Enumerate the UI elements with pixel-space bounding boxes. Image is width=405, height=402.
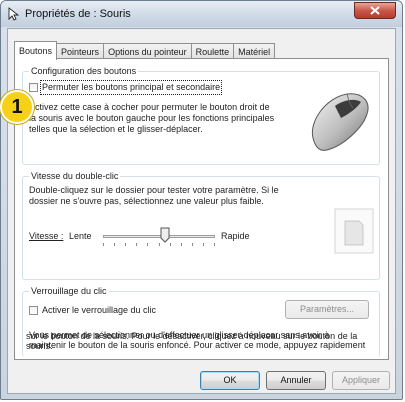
click-lock-label[interactable]: Activer le verrouillage du clic — [42, 305, 156, 316]
tab-panel-boutons: Configuration des boutons Permuter les b… — [14, 58, 389, 360]
click-lock-settings-button[interactable]: Paramètres... — [285, 300, 369, 319]
double-click-desc-1: Double-cliquez sur le dossier pour teste… — [29, 185, 279, 195]
slider-tick — [181, 243, 182, 246]
tab-boutons[interactable]: Boutons — [14, 41, 58, 60]
click-lock-desc-3: sur le bouton de la souris. Pour le désa… — [26, 331, 358, 341]
slider-tick — [159, 243, 160, 246]
speed-label: Vitesse : — [29, 231, 64, 241]
ok-button[interactable]: OK — [200, 371, 260, 390]
double-click-title: Vitesse du double-clic — [29, 171, 121, 181]
slider-tick — [147, 243, 148, 246]
slider-tick — [192, 243, 193, 246]
double-click-group: Vitesse du double-clic Double-cliquez su… — [22, 171, 380, 280]
slider-tick — [136, 243, 137, 246]
swap-buttons-label[interactable]: Permuter les boutons principal et second… — [39, 80, 223, 95]
button-config-group: Configuration des boutons Permuter les b… — [22, 66, 380, 165]
close-button[interactable] — [354, 2, 396, 19]
apply-button[interactable]: Appliquer — [332, 371, 390, 390]
click-lock-checkbox[interactable] — [29, 306, 38, 315]
button-config-desc-3: telles que la sélection et le glisser-dé… — [29, 124, 203, 134]
click-lock-title: Verrouillage du clic — [29, 286, 109, 296]
button-config-title: Configuration des boutons — [29, 66, 139, 76]
cancel-button[interactable]: Annuler — [266, 371, 326, 390]
swap-buttons-checkbox[interactable] — [29, 83, 38, 92]
slider-tick — [214, 243, 215, 246]
double-click-desc-2: dossier ne s'ouvre pas, sélectionnez une… — [29, 196, 264, 206]
title-bar[interactable]: Propriétés de : Souris — [1, 1, 402, 27]
slider-tick — [170, 243, 171, 246]
mouse-image — [311, 93, 369, 151]
mouse-cursor-icon — [8, 7, 20, 21]
close-icon — [370, 6, 380, 15]
slider-thumb-icon[interactable] — [160, 227, 170, 243]
folder-test-icon[interactable] — [333, 207, 377, 255]
click-lock-desc-4: souris. — [26, 341, 53, 351]
tab-strip: Boutons Pointeurs Options du pointeur Ro… — [14, 41, 276, 60]
slow-label: Lente — [69, 231, 92, 241]
button-config-desc-1: Activez cette case à cocher pour permute… — [29, 102, 270, 112]
window-title: Propriétés de : Souris — [25, 8, 131, 20]
slider-tick — [203, 243, 204, 246]
click-lock-group: Verrouillage du clic Activer le verrouil… — [22, 286, 380, 357]
slider-tick — [114, 243, 115, 246]
button-config-desc-2: la souris avec le bouton gauche pour les… — [29, 113, 275, 123]
fast-label: Rapide — [221, 231, 250, 241]
slider-tick — [125, 243, 126, 246]
callout-badge-1: 1 — [0, 90, 34, 124]
slider-tick — [103, 243, 104, 246]
